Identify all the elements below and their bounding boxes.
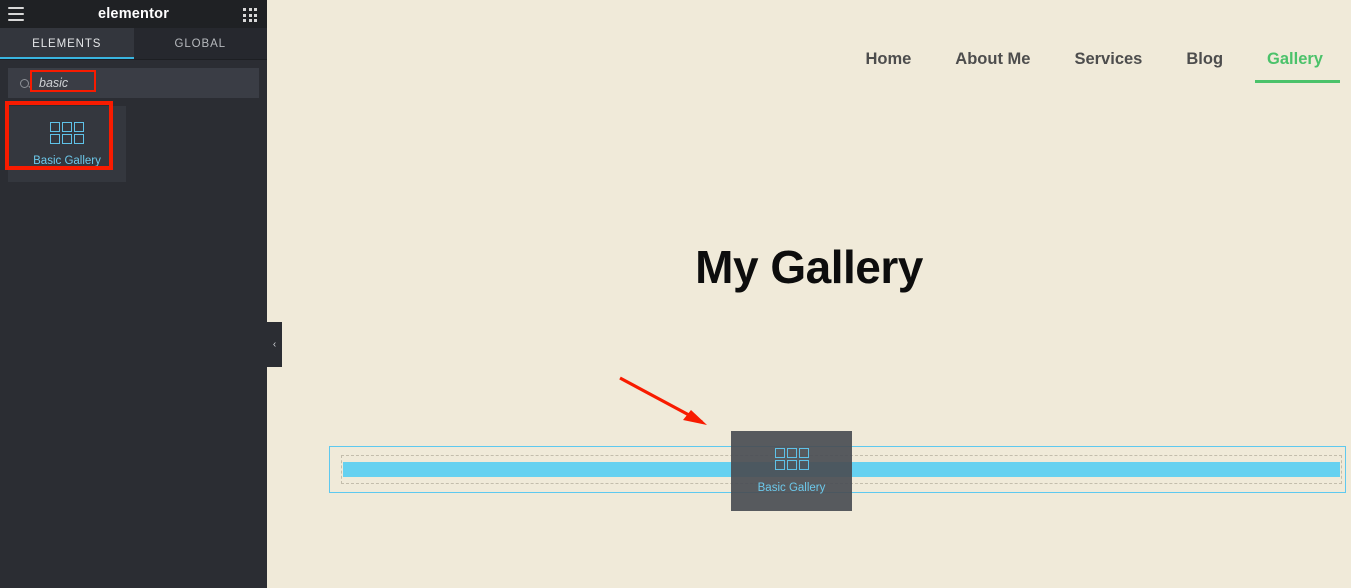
elementor-widget-panel: elementor ELEMENTS GLOBAL Basic Gallery xyxy=(0,0,267,588)
panel-tabs: ELEMENTS GLOBAL xyxy=(0,28,267,60)
nav-item-blog[interactable]: Blog xyxy=(1164,50,1245,83)
search-input[interactable] xyxy=(29,76,209,90)
dragging-widget-label: Basic Gallery xyxy=(757,482,826,494)
page-preview-canvas: Home About Me Services Blog Gallery My G… xyxy=(267,0,1351,588)
panel-collapse-toggle[interactable]: ‹ xyxy=(267,322,282,367)
tab-elements[interactable]: ELEMENTS xyxy=(0,28,134,59)
chevron-left-icon: ‹ xyxy=(272,339,277,350)
dragging-widget-ghost: Basic Gallery xyxy=(731,431,852,511)
site-navigation: Home About Me Services Blog Gallery xyxy=(843,50,1345,83)
elementor-editor: elementor ELEMENTS GLOBAL Basic Gallery xyxy=(0,0,1351,588)
nav-item-about-me[interactable]: About Me xyxy=(933,50,1052,83)
apps-grid-icon[interactable] xyxy=(243,8,257,22)
search-section xyxy=(0,60,267,98)
gallery-grid-icon xyxy=(774,448,809,470)
nav-item-gallery[interactable]: Gallery xyxy=(1245,50,1345,83)
tab-global[interactable]: GLOBAL xyxy=(134,28,268,59)
search-box[interactable] xyxy=(8,68,259,98)
panel-header: elementor xyxy=(0,0,267,28)
elementor-logo: elementor xyxy=(97,6,170,22)
widget-item-basic-gallery[interactable]: Basic Gallery xyxy=(5,101,126,182)
hamburger-menu-icon[interactable] xyxy=(8,7,24,21)
widget-list: Basic Gallery xyxy=(0,98,267,190)
nav-item-home[interactable]: Home xyxy=(843,50,933,83)
page-title: My Gallery xyxy=(695,241,923,293)
widget-item-label: Basic Gallery xyxy=(33,154,101,167)
search-icon xyxy=(20,78,29,88)
nav-item-services[interactable]: Services xyxy=(1052,50,1164,83)
annotation-arrow xyxy=(619,376,707,425)
gallery-grid-icon xyxy=(50,121,84,144)
